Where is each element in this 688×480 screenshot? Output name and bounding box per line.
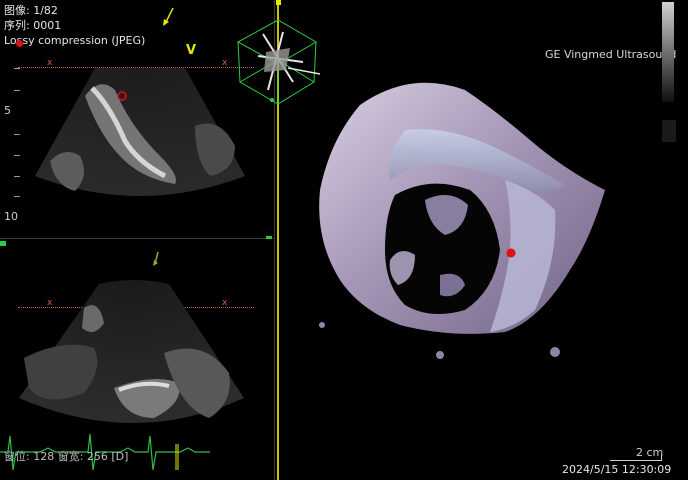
scale-bar-end [661,455,662,461]
compression-label: Lossy compression (JPEG) [4,34,146,47]
image-index-label: 图像: 1/82 [4,4,58,17]
timestamp-label: 2024/5/15 12:30:09 [562,463,672,476]
horizontal-divider [0,238,274,239]
depth-label-5: 5 [4,104,11,117]
color-scale-tick [662,120,676,142]
grayscale-bar [662,2,674,102]
scale-bar [610,460,662,461]
upper-echo-sector[interactable] [20,66,260,216]
3d-valve-render[interactable] [290,70,630,360]
green-side-marker [266,236,272,239]
scale-label: 2 cm [636,446,664,459]
window-level-label: 窗位: 128 窗宽: 256 [D] [4,450,129,463]
down-arrow-icon [153,251,159,266]
top-marker-v: V [186,43,197,58]
down-arrow-icon [163,7,174,26]
series-label: 序列: 0001 [4,19,62,32]
green-side-marker [0,241,6,246]
lower-echo-sector[interactable] [4,278,266,448]
active-pane-marker[interactable] [276,0,281,5]
vendor-label: GE Vingmed Ultrasound [545,48,677,61]
probe-orientation-marker [16,40,23,47]
depth-label-10: 10 [4,210,18,223]
